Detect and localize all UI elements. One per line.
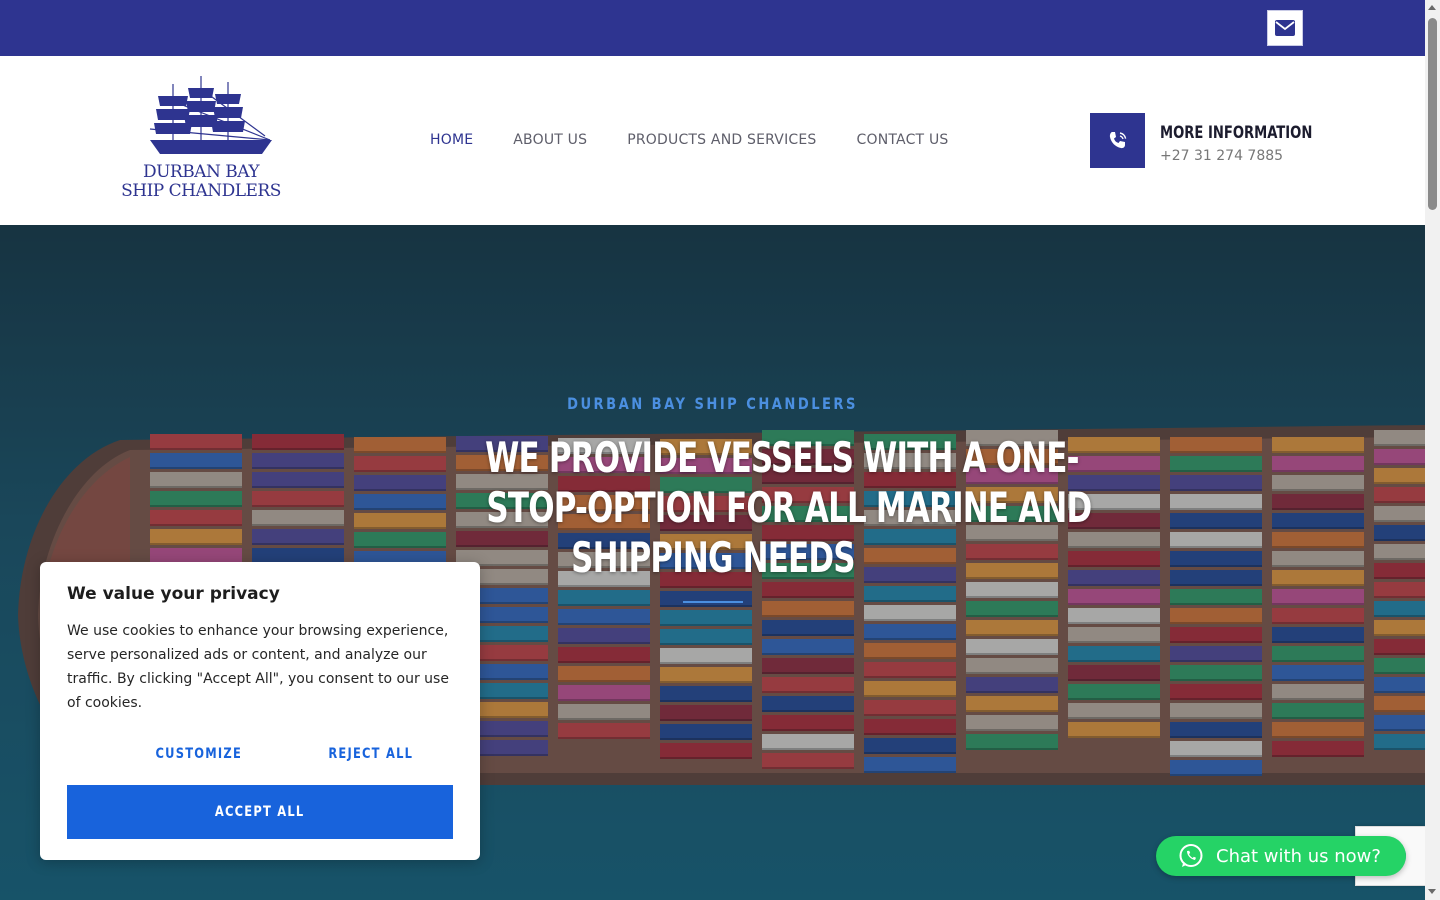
top-bar — [0, 0, 1425, 56]
nav-about-us[interactable]: ABOUT US — [513, 132, 587, 148]
reject-all-button[interactable]: REJECT ALL — [312, 746, 429, 762]
hero-title-line-3: SHIPPING NEEDS — [570, 533, 855, 582]
email-button[interactable] — [1267, 10, 1303, 46]
cookie-consent-dialog: We value your privacy We use cookies to … — [40, 562, 480, 860]
scroll-up-arrow[interactable] — [1428, 5, 1436, 10]
hero-divider — [683, 601, 743, 603]
main-nav: HOME ABOUT US PRODUCTS AND SERVICES CONT… — [430, 132, 949, 148]
site-header: DURBAN BAY SHIP CHANDLERS HOME ABOUT US … — [0, 56, 1425, 225]
logo-line-1: DURBAN BAY — [142, 162, 260, 182]
page-scrollbar[interactable] — [1425, 0, 1440, 900]
whatsapp-chat-button[interactable]: Chat with us now? — [1156, 836, 1406, 876]
nav-home[interactable]: HOME — [430, 132, 473, 148]
nav-products-and-services[interactable]: PRODUCTS AND SERVICES — [627, 132, 816, 148]
scroll-down-arrow[interactable] — [1428, 889, 1436, 894]
accept-all-button[interactable]: ACCEPT ALL — [67, 785, 453, 839]
envelope-icon — [1275, 20, 1295, 36]
phone-number[interactable]: +27 31 274 7885 — [1160, 148, 1283, 164]
customize-label: CUSTOMIZE — [155, 746, 242, 762]
hero-title-line-1: WE PROVIDE VESSELS WITH A ONE- — [485, 433, 1079, 482]
cookie-body: We use cookies to enhance your browsing … — [67, 623, 449, 711]
nav-contact-us[interactable]: CONTACT US — [857, 132, 949, 148]
customize-button[interactable]: CUSTOMIZE — [120, 746, 277, 762]
phone-ringing-icon — [1109, 131, 1126, 148]
hero-title-line-2: STOP-OPTION FOR ALL MARINE AND — [486, 483, 1092, 532]
more-information-title: MORE INFORMATION — [1160, 123, 1313, 143]
hero-subtitle: DURBAN BAY SHIP CHANDLERS — [567, 394, 858, 413]
accept-all-label: ACCEPT ALL — [215, 804, 305, 820]
tall-ship-icon — [149, 76, 272, 154]
phone-button[interactable] — [1090, 113, 1145, 168]
chat-label: Chat with us now? — [1216, 845, 1381, 867]
reject-all-label: REJECT ALL — [328, 746, 413, 762]
hero-title: WE PROVIDE VESSELS WITH A ONE- STOP-OPTI… — [420, 433, 1092, 583]
whatsapp-icon — [1179, 844, 1203, 867]
cookie-heading: We value your privacy — [67, 584, 280, 604]
scroll-thumb[interactable] — [1428, 18, 1437, 210]
logo-line-2: SHIP CHANDLERS — [121, 181, 281, 201]
site-logo[interactable]: DURBAN BAY SHIP CHANDLERS — [120, 74, 282, 204]
